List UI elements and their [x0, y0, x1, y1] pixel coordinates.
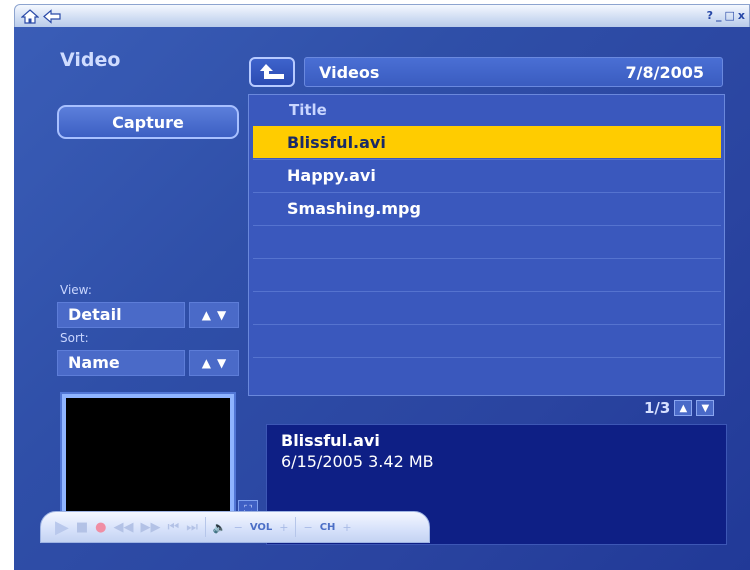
back-arrow-icon[interactable]: [43, 9, 61, 24]
folder-date: 7/8/2005: [625, 63, 704, 82]
channel-label: CH: [319, 521, 336, 533]
up-folder-button[interactable]: [249, 57, 295, 87]
sort-label: Sort:: [60, 331, 89, 345]
volume-down-icon[interactable]: −: [234, 521, 243, 534]
minimize-icon[interactable]: _: [716, 8, 722, 23]
channel-up-icon[interactable]: +: [342, 521, 351, 534]
empty-list-row: [253, 324, 721, 356]
empty-list-row: [253, 258, 721, 290]
pager: 1/3 ▲ ▼: [644, 398, 715, 418]
mute-icon[interactable]: 🔈: [213, 521, 227, 534]
view-label: View:: [60, 283, 92, 297]
folder-path-bar: Videos 7/8/2005: [304, 57, 723, 87]
rewind-icon[interactable]: ◀◀: [113, 520, 133, 535]
list-item[interactable]: Happy.avi: [253, 159, 721, 191]
skip-forward-icon[interactable]: ⏭: [186, 520, 198, 535]
channel-down-icon[interactable]: −: [303, 521, 312, 534]
video-preview[interactable]: [62, 394, 234, 524]
column-header-title[interactable]: Title: [249, 95, 724, 125]
page-indicator: 1/3: [644, 399, 671, 417]
view-down-arrow-icon[interactable]: ▼: [217, 308, 226, 322]
folder-name: Videos: [319, 63, 380, 82]
title-bar: ? _ □ x: [14, 4, 750, 28]
list-item[interactable]: Blissful.avi: [253, 126, 721, 158]
volume-label: VOL: [249, 521, 273, 533]
sort-up-arrow-icon[interactable]: ▲: [202, 356, 211, 370]
detail-meta: 6/15/2005 3.42 MB: [281, 452, 434, 471]
view-arrows: ▲ ▼: [189, 302, 239, 328]
file-list: Title Blissful.avi Happy.avi Smashing.mp…: [248, 94, 725, 396]
capture-button[interactable]: Capture: [57, 105, 239, 139]
help-icon[interactable]: ?: [707, 8, 713, 23]
maximize-icon[interactable]: □: [724, 8, 734, 23]
empty-list-row: [253, 225, 721, 257]
main-area: Video Capture View: Detail ▲ ▼ Sort: Nam…: [14, 27, 750, 570]
home-icon[interactable]: [21, 9, 39, 24]
page-down-icon[interactable]: ▼: [696, 400, 715, 416]
window-controls: ? _ □ x: [707, 8, 745, 23]
list-item[interactable]: Smashing.mpg: [253, 192, 721, 224]
sort-select[interactable]: Name: [57, 350, 185, 376]
transport-bar: ▶ ■ ● ◀◀ ▶▶ ⏮ ⏭ 🔈 − VOL + − CH +: [40, 511, 430, 543]
volume-up-icon[interactable]: +: [279, 521, 288, 534]
fast-forward-icon[interactable]: ▶▶: [140, 520, 160, 535]
page-up-icon[interactable]: ▲: [674, 400, 693, 416]
view-select[interactable]: Detail: [57, 302, 185, 328]
divider: [295, 517, 297, 537]
record-icon[interactable]: ●: [95, 520, 106, 535]
media-center-window: ? _ □ x Video Capture View: Detail ▲ ▼ S…: [0, 0, 750, 570]
empty-list-row: [253, 291, 721, 323]
empty-list-row: [253, 357, 721, 389]
skip-back-icon[interactable]: ⏮: [167, 520, 179, 535]
section-title: Video: [60, 49, 121, 71]
view-up-arrow-icon[interactable]: ▲: [202, 308, 211, 322]
divider: [204, 517, 206, 537]
detail-filename: Blissful.avi: [281, 431, 380, 450]
sort-down-arrow-icon[interactable]: ▼: [217, 356, 226, 370]
close-icon[interactable]: x: [738, 8, 745, 23]
up-arrow-icon: [260, 64, 284, 79]
play-icon[interactable]: ▶: [55, 517, 69, 538]
stop-icon[interactable]: ■: [76, 520, 88, 535]
sort-arrows: ▲ ▼: [189, 350, 239, 376]
